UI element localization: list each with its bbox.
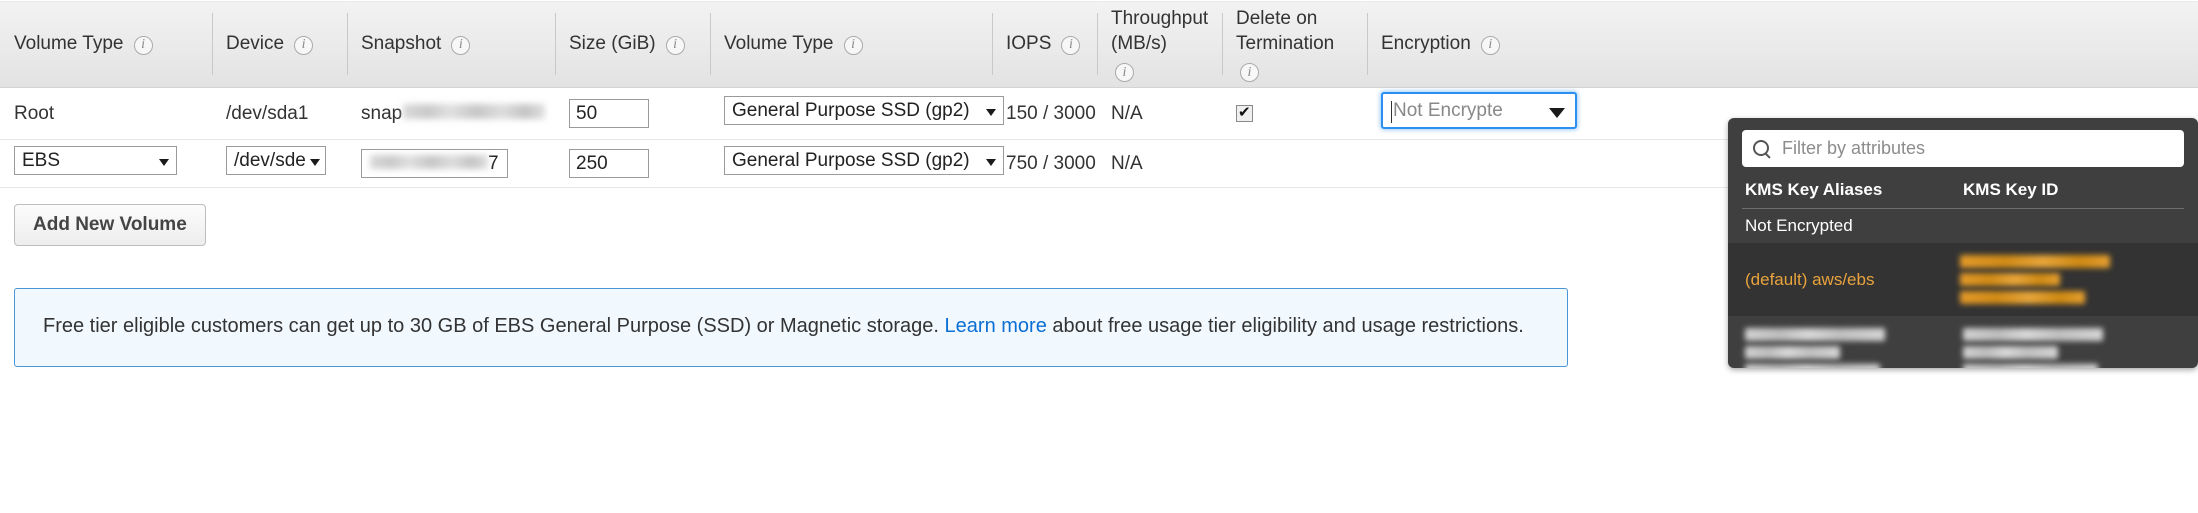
size-input[interactable] — [569, 149, 649, 179]
encryption-dropdown-panel: KMS Key Aliases KMS Key ID Not Encrypted… — [1728, 118, 2198, 368]
column-header-snapshot: Snapshot i — [347, 0, 555, 89]
column-header-label: Encryption — [1381, 32, 1471, 54]
dropdown-column-headers: KMS Key Aliases KMS Key ID — [1742, 180, 2184, 209]
add-new-volume-button[interactable]: Add New Volume — [14, 204, 206, 247]
column-header-label: Device — [226, 32, 285, 54]
info-icon[interactable]: i — [1115, 63, 1134, 83]
info-icon[interactable]: i — [451, 35, 471, 55]
redacted-key-id-line — [1960, 291, 2085, 304]
redacted-alias-line — [1745, 346, 1840, 359]
volume-type-select[interactable]: General Purpose SSD (gp2) — [724, 96, 1004, 126]
cell-volume-type: Root — [0, 87, 212, 141]
cell-delete-on-termination — [1222, 139, 1367, 189]
info-icon[interactable]: i — [665, 35, 685, 55]
dropdown-option-key-id — [1963, 323, 2184, 368]
info-icon[interactable]: i — [1061, 35, 1081, 55]
dropdown-option-not-encrypted[interactable]: Not Encrypted — [1742, 209, 2184, 243]
table-header-row: Volume Type i Device i Snapshot i Size (… — [0, 0, 2198, 89]
cell-size — [555, 87, 710, 141]
device-select[interactable]: /dev/sde — [226, 146, 326, 176]
column-header-volume-type: Volume Type i — [0, 0, 212, 89]
column-header-encryption: Encryption i — [1367, 0, 2198, 89]
info-icon[interactable]: i — [843, 35, 863, 55]
dropdown-column-header-key-id: KMS Key ID — [1963, 180, 2059, 199]
search-icon — [1752, 139, 1772, 159]
column-header-throughput: Throughput (MB/s) i — [1097, 0, 1222, 89]
dropdown-option-key-id — [1960, 250, 2184, 309]
free-tier-notice: Free tier eligible customers can get up … — [14, 288, 1568, 367]
column-header-size: Size (GiB) i — [555, 0, 710, 89]
volume-type-select[interactable]: EBS — [14, 146, 177, 176]
info-icon[interactable]: i — [1240, 63, 1259, 83]
redacted-key-id-line — [1963, 346, 2058, 359]
cell-volume-type-2: General Purpose SSD (gp2) — [710, 139, 1004, 189]
column-header-iops: IOPS i — [992, 0, 1097, 89]
volume-type-select-value: General Purpose SSD (gp2) — [732, 150, 970, 172]
cell-volume-type-2: General Purpose SSD (gp2) — [710, 87, 1004, 141]
text-cursor — [1391, 101, 1392, 124]
cell-snapshot: snap — [347, 87, 555, 141]
dropdown-search-box[interactable] — [1742, 130, 2184, 167]
device-select-value: /dev/sde — [234, 150, 306, 172]
dropdown-column-header-aliases: KMS Key Aliases — [1745, 180, 1883, 199]
volume-type-select-value: General Purpose SSD (gp2) — [732, 100, 970, 122]
redacted-key-id-line — [1963, 328, 2103, 341]
add-storage-page: Volume Type i Device i Snapshot i Size (… — [0, 0, 2198, 513]
learn-more-link[interactable]: Learn more — [945, 315, 1047, 337]
column-header-label: Snapshot — [361, 32, 442, 54]
cell-delete-on-termination — [1222, 87, 1367, 141]
dropdown-option-redacted[interactable] — [1742, 316, 2184, 368]
column-header-label: Throughput (MB/s) — [1111, 8, 1209, 54]
redacted-snapshot-id — [370, 154, 488, 169]
cell-device: /dev/sda1 — [212, 87, 347, 141]
redacted-key-id-line — [1960, 255, 2110, 268]
cell-iops: 150 / 3000 — [992, 87, 1097, 141]
cell-device: /dev/sde — [212, 139, 347, 189]
redacted-key-id-line — [1960, 273, 2060, 286]
notice-text-after: about free usage tier eligibility and us… — [1046, 315, 1524, 337]
column-header-label: Volume Type — [724, 32, 834, 54]
snapshot-input[interactable]: 7 — [361, 149, 508, 179]
redacted-snapshot-id — [403, 104, 545, 120]
column-header-label: Volume Type — [14, 32, 124, 54]
encryption-combobox[interactable]: Not Encrypte — [1381, 92, 1577, 130]
filter-by-attributes-input[interactable] — [1780, 137, 2174, 160]
column-header-device: Device i — [212, 0, 347, 89]
volume-type-select[interactable]: General Purpose SSD (gp2) — [724, 146, 1004, 176]
dropdown-option-alias: (default) aws/ebs — [1745, 269, 1875, 289]
column-header-label: Size (GiB) — [569, 32, 656, 54]
redacted-alias-line — [1745, 364, 1880, 368]
snapshot-id-suffix: 7 — [488, 152, 499, 174]
chevron-down-icon — [1549, 107, 1565, 118]
cell-volume-type: EBS — [0, 139, 212, 189]
info-icon[interactable]: i — [1480, 35, 1500, 55]
dropdown-option-alias — [1745, 323, 1963, 368]
cell-iops: 750 / 3000 — [992, 139, 1097, 189]
cell-throughput: N/A — [1097, 139, 1222, 189]
column-header-delete-on-termination: Delete on Termination i — [1222, 0, 1367, 89]
snapshot-id-text: snap — [361, 102, 403, 124]
dropdown-option-alias: Not Encrypted — [1745, 216, 1853, 235]
redacted-key-id-line — [1963, 364, 2098, 368]
cell-size — [555, 139, 710, 189]
dropdown-option-default-aws-ebs[interactable]: (default) aws/ebs — [1728, 243, 2198, 316]
info-icon[interactable]: i — [133, 35, 153, 55]
delete-on-termination-checkbox[interactable] — [1236, 103, 1253, 123]
cell-snapshot: 7 — [347, 139, 555, 189]
size-input[interactable] — [569, 99, 649, 129]
cell-throughput: N/A — [1097, 87, 1222, 141]
info-icon[interactable]: i — [294, 35, 314, 55]
redacted-alias-line — [1745, 328, 1885, 341]
notice-text-before: Free tier eligible customers can get up … — [43, 315, 945, 337]
encryption-combobox-value: Not Encrypte — [1393, 100, 1503, 122]
column-header-volume-type-2: Volume Type i — [710, 0, 992, 89]
volume-type-select-value: EBS — [22, 150, 61, 172]
column-header-label: IOPS — [1006, 32, 1052, 54]
column-header-label: Delete on Termination — [1236, 8, 1335, 54]
